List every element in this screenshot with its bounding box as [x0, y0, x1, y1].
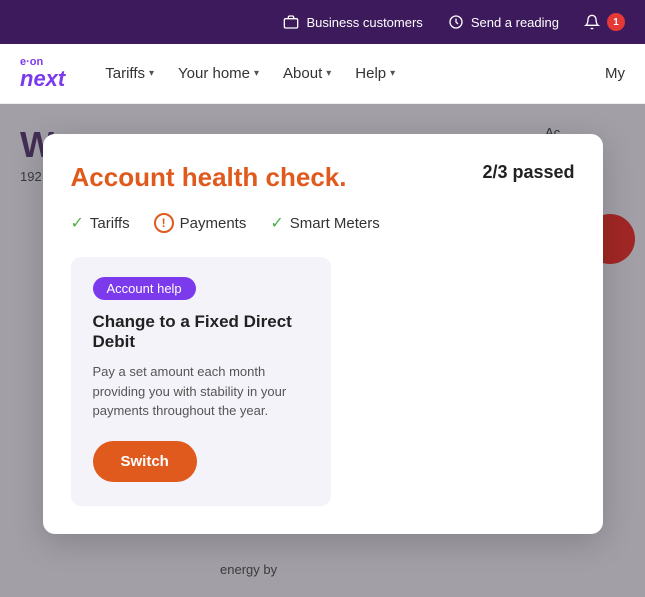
nav-bar: e·on next Tariffs ▾ Your home ▾ About ▾ … [0, 44, 645, 104]
check-tariffs: ✓ Tariffs [71, 213, 130, 233]
card-title: Change to a Fixed Direct Debit [93, 312, 309, 352]
chevron-down-icon: ▾ [326, 68, 331, 79]
modal-title: Account health check. [71, 162, 347, 193]
nav-help-label: Help [355, 65, 386, 82]
nav-your-home-label: Your home [178, 65, 250, 82]
check-smart-meters-label: Smart Meters [290, 215, 380, 232]
nav-help[interactable]: Help ▾ [345, 57, 405, 90]
send-reading-label: Send a reading [471, 15, 559, 30]
nav-your-home[interactable]: Your home ▾ [168, 57, 269, 90]
page-background: We 192 G Ac t paym payme ment is s after… [0, 104, 645, 597]
chevron-down-icon: ▾ [254, 68, 259, 79]
account-health-modal: Account health check. 2/3 passed ✓ Tarif… [43, 134, 603, 534]
logo-next: next [20, 68, 65, 90]
card-description: Pay a set amount each month providing yo… [93, 362, 309, 421]
check-ok-icon: ✓ [71, 213, 84, 233]
check-smart-meters: ✓ Smart Meters [270, 213, 379, 233]
send-reading-link[interactable]: Send a reading [447, 13, 559, 31]
nav-items: Tariffs ▾ Your home ▾ About ▾ Help ▾ [95, 57, 605, 90]
nav-my[interactable]: My [605, 65, 625, 82]
notification-count: 1 [607, 13, 625, 31]
nav-about[interactable]: About ▾ [273, 57, 341, 90]
check-payments-label: Payments [180, 215, 247, 232]
briefcase-icon [282, 13, 300, 31]
bell-icon [583, 13, 601, 31]
business-customers-label: Business customers [306, 15, 422, 30]
meter-icon [447, 13, 465, 31]
modal-checks: ✓ Tariffs ! Payments ✓ Smart Meters [71, 213, 575, 233]
check-tariffs-label: Tariffs [90, 215, 130, 232]
modal-overlay: Account health check. 2/3 passed ✓ Tarif… [0, 104, 645, 597]
business-customers-link[interactable]: Business customers [282, 13, 422, 31]
modal-passed: 2/3 passed [482, 162, 574, 183]
nav-tariffs[interactable]: Tariffs ▾ [95, 57, 164, 90]
account-help-card: Account help Change to a Fixed Direct De… [71, 257, 331, 506]
card-tag: Account help [93, 277, 196, 300]
chevron-down-icon: ▾ [390, 68, 395, 79]
check-ok-icon2: ✓ [270, 213, 283, 233]
modal-header: Account health check. 2/3 passed [71, 162, 575, 193]
notification-bell[interactable]: 1 [583, 13, 625, 31]
check-warn-icon: ! [154, 213, 174, 233]
top-bar: Business customers Send a reading 1 [0, 0, 645, 44]
logo[interactable]: e·on next [20, 57, 65, 90]
switch-button[interactable]: Switch [93, 441, 197, 482]
nav-about-label: About [283, 65, 322, 82]
nav-tariffs-label: Tariffs [105, 65, 145, 82]
chevron-down-icon: ▾ [149, 68, 154, 79]
check-payments: ! Payments [154, 213, 247, 233]
